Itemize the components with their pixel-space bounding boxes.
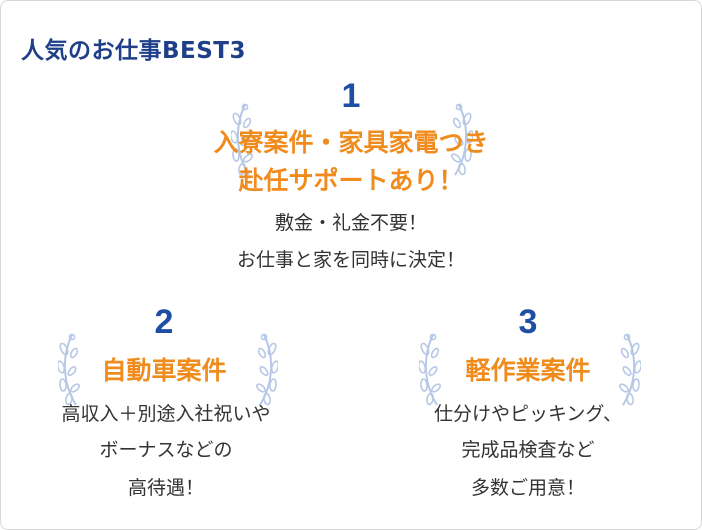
rank-3-headline: 軽作業案件 — [465, 356, 591, 385]
rank-3-desc-line1: 仕分けやピッキング、 — [433, 403, 623, 425]
rank-3-desc-line3: 多数ご用意！ — [470, 477, 585, 499]
rank-1-desc-line2: お仕事と家を同時に決定！ — [236, 249, 465, 271]
rank-2-number: 2 — [154, 303, 174, 341]
rank-1-headline-line1: 入寮案件・家具家電つき — [213, 128, 489, 157]
section-heading: 人気のお仕事BEST3 — [21, 38, 246, 64]
rank-1-number: 1 — [341, 77, 361, 115]
rank-2-desc-line2: ボーナスなどの — [99, 439, 233, 461]
rank-1-desc-line1: 敷金・礼金不要！ — [274, 212, 427, 234]
rank-2-headline: 自動車案件 — [101, 356, 227, 385]
rank-2-desc-line1: 高収入＋別途入社祝いや — [61, 403, 271, 425]
rank-1-headline-line2: 赴任サポートあり！ — [238, 166, 464, 195]
rank-3-desc-line2: 完成品検査など — [461, 439, 595, 461]
rank-2-desc-line3: 高待遇！ — [127, 477, 204, 499]
rank-3-number: 3 — [518, 303, 538, 341]
best3-card: 人気のお仕事BEST3 1 入寮案件・家具家電つき 赴任サポートあり！ 敷金・礼… — [0, 0, 702, 530]
